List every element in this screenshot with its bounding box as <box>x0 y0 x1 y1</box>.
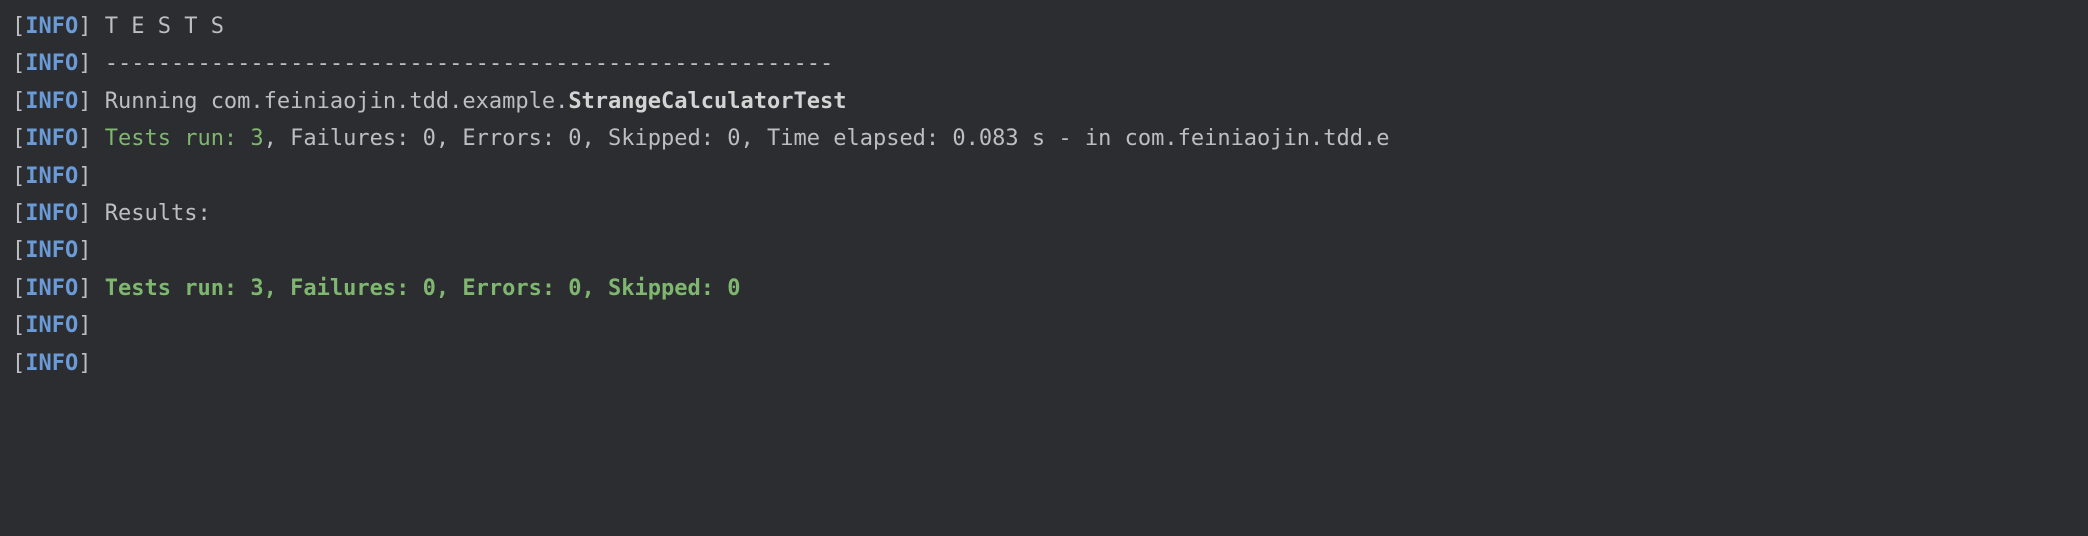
log-level-tag: INFO <box>25 126 78 151</box>
log-line: [INFO] Tests run: 3, Failures: 0, Errors… <box>12 120 2076 157</box>
log-level-tag: INFO <box>25 313 78 338</box>
log-line: [INFO] <box>12 345 2076 382</box>
results-summary: Tests run: 3, Failures: 0, Errors: 0, Sk… <box>91 276 740 301</box>
bracket-close: ] <box>78 201 91 226</box>
log-level-tag: INFO <box>25 14 78 39</box>
log-level-tag: INFO <box>25 89 78 114</box>
bracket-close: ] <box>78 164 91 189</box>
log-line: [INFO] <box>12 232 2076 269</box>
log-level-tag: INFO <box>25 201 78 226</box>
log-level-tag: INFO <box>25 351 78 376</box>
bracket-open: [ <box>12 126 25 151</box>
bracket-open: [ <box>12 201 25 226</box>
bracket-open: [ <box>12 313 25 338</box>
bracket-open: [ <box>12 51 25 76</box>
bracket-close: ] <box>78 51 91 76</box>
log-line: [INFO] <box>12 307 2076 344</box>
log-line: [INFO] <box>12 158 2076 195</box>
log-level-tag: INFO <box>25 238 78 263</box>
test-details: , Failures: 0, Errors: 0, Skipped: 0, Ti… <box>264 126 1390 151</box>
log-content-prefix: Running com.feiniaojin.tdd.example. <box>91 89 568 114</box>
log-content: Results: <box>91 201 210 226</box>
bracket-open: [ <box>12 14 25 39</box>
log-level-tag: INFO <box>25 276 78 301</box>
bracket-close: ] <box>78 313 91 338</box>
log-line: [INFO] T E S T S <box>12 8 2076 45</box>
bracket-open: [ <box>12 276 25 301</box>
bracket-close: ] <box>78 351 91 376</box>
log-line: [INFO] ---------------------------------… <box>12 45 2076 82</box>
log-line: [INFO] Results: <box>12 195 2076 232</box>
bracket-close: ] <box>78 89 91 114</box>
tests-run-summary: Tests run: 3 <box>91 126 263 151</box>
log-line: [INFO] Running com.feiniaojin.tdd.exampl… <box>12 83 2076 120</box>
test-class-name: StrangeCalculatorTest <box>568 89 846 114</box>
bracket-open: [ <box>12 164 25 189</box>
bracket-close: ] <box>78 126 91 151</box>
bracket-open: [ <box>12 89 25 114</box>
bracket-open: [ <box>12 351 25 376</box>
log-line: [INFO] Tests run: 3, Failures: 0, Errors… <box>12 270 2076 307</box>
bracket-close: ] <box>78 276 91 301</box>
bracket-open: [ <box>12 238 25 263</box>
bracket-close: ] <box>78 238 91 263</box>
bracket-close: ] <box>78 14 91 39</box>
log-content: T E S T S <box>91 14 223 39</box>
log-content: ----------------------------------------… <box>91 51 833 76</box>
log-level-tag: INFO <box>25 51 78 76</box>
log-level-tag: INFO <box>25 164 78 189</box>
